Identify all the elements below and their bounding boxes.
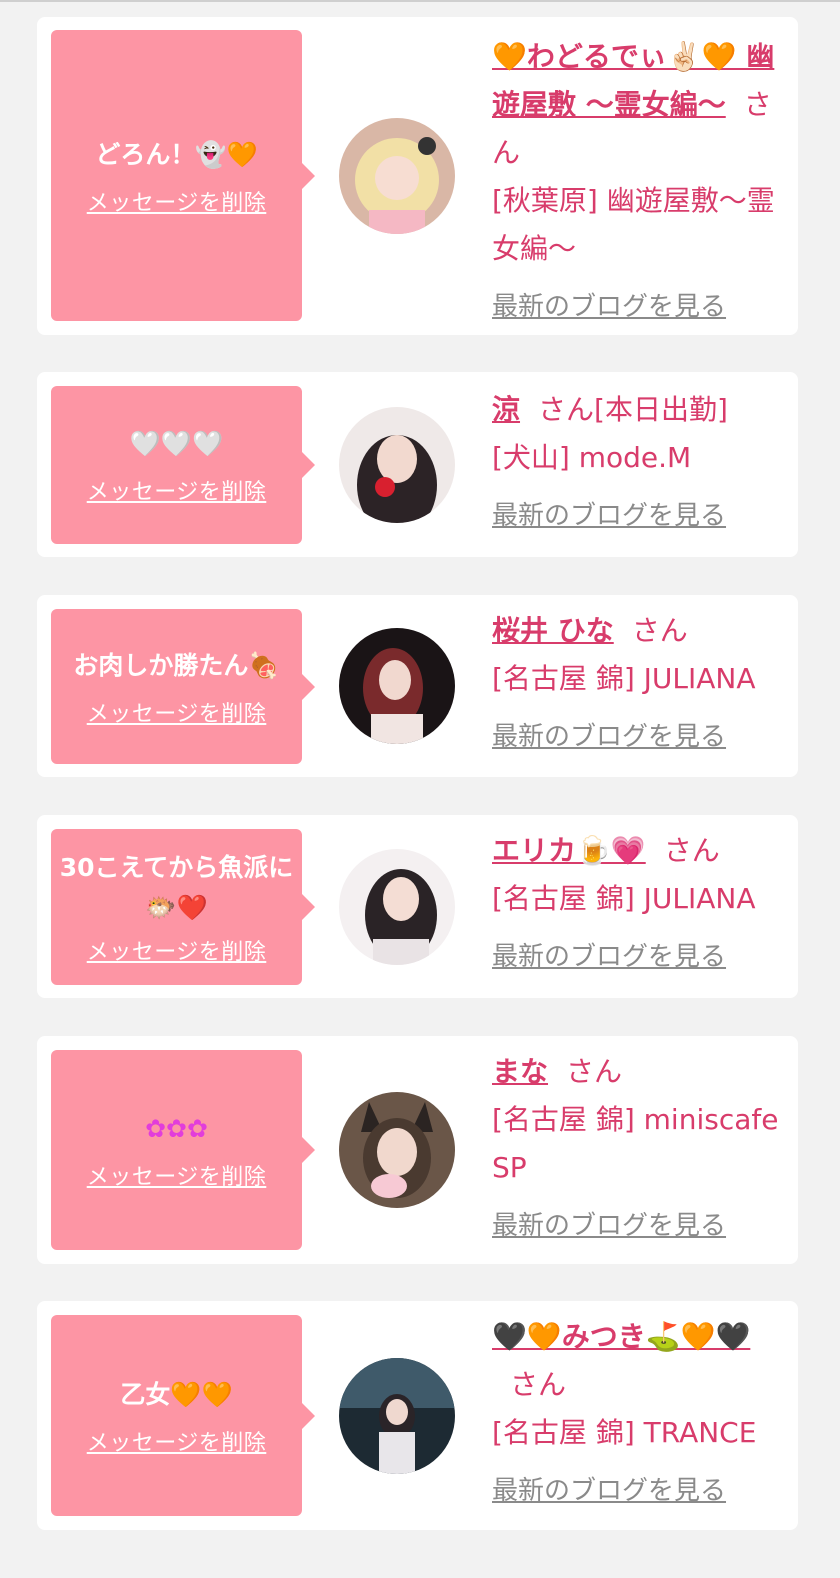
top-divider [0,0,840,2]
avatar[interactable] [339,118,455,234]
avatar[interactable] [339,849,455,965]
girl-name-link[interactable]: 桜井 ひな [492,614,614,647]
shop-name: [名古屋 錦] JULIANA [492,882,756,915]
message-text: 🤍🤍🤍 [129,429,224,458]
view-blog-link[interactable]: 最新のブログを見る [492,1467,726,1515]
avatar-red-hair-girl-icon [339,628,455,744]
honorific: さん [663,834,720,867]
message-text: お肉しか勝たん🍖 [73,650,280,680]
avatar[interactable] [339,628,455,744]
view-blog-link[interactable]: 最新のブログを見る [492,492,726,540]
message-card: どろん！👻🧡 メッセージを削除 🧡わどるでぃ✌🏻🧡 幽遊屋敷 〜霊女編〜 さん [… [37,17,798,335]
delete-message-link[interactable]: メッセージを削除 [87,934,267,966]
delete-message-link[interactable]: メッセージを削除 [87,696,267,728]
message-bubble: 🤍🤍🤍 メッセージを削除 [51,386,315,544]
message-card: お肉しか勝たん🍖 メッセージを削除 桜井 ひな さん [名古屋 錦] JULIAN… [37,595,798,777]
shop-name: [秋葉原] 幽遊屋敷〜霊女編〜 [492,184,775,265]
shop-name: [名古屋 錦] miniscafe SP [492,1103,779,1184]
view-blog-link[interactable]: 最新のブログを見る [492,933,726,981]
girl-info: 🖤🧡みつき⛳🧡🖤 さん [名古屋 錦] TRANCE 最新のブログを見る [492,1313,790,1515]
girl-info: 涼さん[本日出勤] [犬山] mode.M 最新のブログを見る [492,386,790,540]
view-blog-link[interactable]: 最新のブログを見る [492,713,726,761]
message-bubble: 乙女🧡🧡 メッセージを削除 [51,1315,315,1516]
message-text: ✿✿✿ [145,1114,208,1143]
delete-message-link[interactable]: メッセージを削除 [87,185,267,217]
avatar-dark-hair-girl-icon [339,849,455,965]
avatar[interactable] [339,1358,455,1474]
message-bubble: 30こえてから魚派に🐡❤️ メッセージを削除 [51,829,315,985]
girl-name-link[interactable]: 🖤🧡みつき⛳🧡🖤 [492,1320,750,1353]
view-blog-link[interactable]: 最新のブログを見る [492,283,726,331]
message-text: 30こえてから魚派に🐡❤️ [59,853,294,922]
message-card: 30こえてから魚派に🐡❤️ メッセージを削除 エリカ🍺💗 さん [名古屋 錦] J… [37,815,798,998]
avatar-night-girl-icon [339,1358,455,1474]
avatar-cat-ears-girl-icon [339,1092,455,1208]
delete-message-link[interactable]: メッセージを削除 [87,474,267,506]
girl-info: 🧡わどるでぃ✌🏻🧡 幽遊屋敷 〜霊女編〜 さん [秋葉原] 幽遊屋敷〜霊女編〜 最… [492,33,790,331]
girl-name-link[interactable]: エリカ🍺💗 [492,834,646,867]
girl-info: まな さん [名古屋 錦] miniscafe SP 最新のブログを見る [492,1048,790,1250]
message-card: ✿✿✿ メッセージを削除 まな さん [名古屋 錦] miniscafe SP 最… [37,1036,798,1264]
avatar-long-dark-hair-girl-icon [339,407,455,523]
delete-message-link[interactable]: メッセージを削除 [87,1425,267,1457]
message-card: 🤍🤍🤍 メッセージを削除 涼さん[本日出勤] [犬山] mode.M 最新のブロ… [37,372,798,557]
shop-name: [名古屋 錦] TRANCE [492,1416,757,1449]
girl-name-link[interactable]: まな [492,1055,548,1088]
honorific: さん [631,614,688,647]
work-status: [本日出勤] [594,393,728,426]
shop-name: [名古屋 錦] JULIANA [492,662,756,695]
honorific: さん [510,1368,567,1401]
avatar[interactable] [339,1092,455,1208]
message-bubble: お肉しか勝たん🍖 メッセージを削除 [51,609,315,764]
message-text: どろん！👻🧡 [95,139,258,169]
girl-name-link[interactable]: 🧡わどるでぃ✌🏻🧡 幽遊屋敷 〜霊女編〜 [492,40,774,121]
girl-name-link[interactable]: 涼 [492,393,520,426]
shop-name: [犬山] mode.M [492,441,692,474]
delete-message-link[interactable]: メッセージを削除 [87,1159,267,1191]
avatar-blonde-girl-icon [339,118,455,234]
honorific: さん [538,393,595,426]
message-card: 乙女🧡🧡 メッセージを削除 🖤🧡みつき⛳🧡🖤 さん [名古屋 錦] TRANCE … [37,1301,798,1530]
message-text: 乙女🧡🧡 [120,1379,233,1409]
message-bubble: どろん！👻🧡 メッセージを削除 [51,30,315,321]
girl-info: エリカ🍺💗 さん [名古屋 錦] JULIANA 最新のブログを見る [492,827,790,981]
message-bubble: ✿✿✿ メッセージを削除 [51,1050,315,1250]
view-blog-link[interactable]: 最新のブログを見る [492,1202,726,1250]
avatar[interactable] [339,407,455,523]
honorific: さん [566,1055,623,1088]
girl-info: 桜井 ひな さん [名古屋 錦] JULIANA 最新のブログを見る [492,607,790,761]
